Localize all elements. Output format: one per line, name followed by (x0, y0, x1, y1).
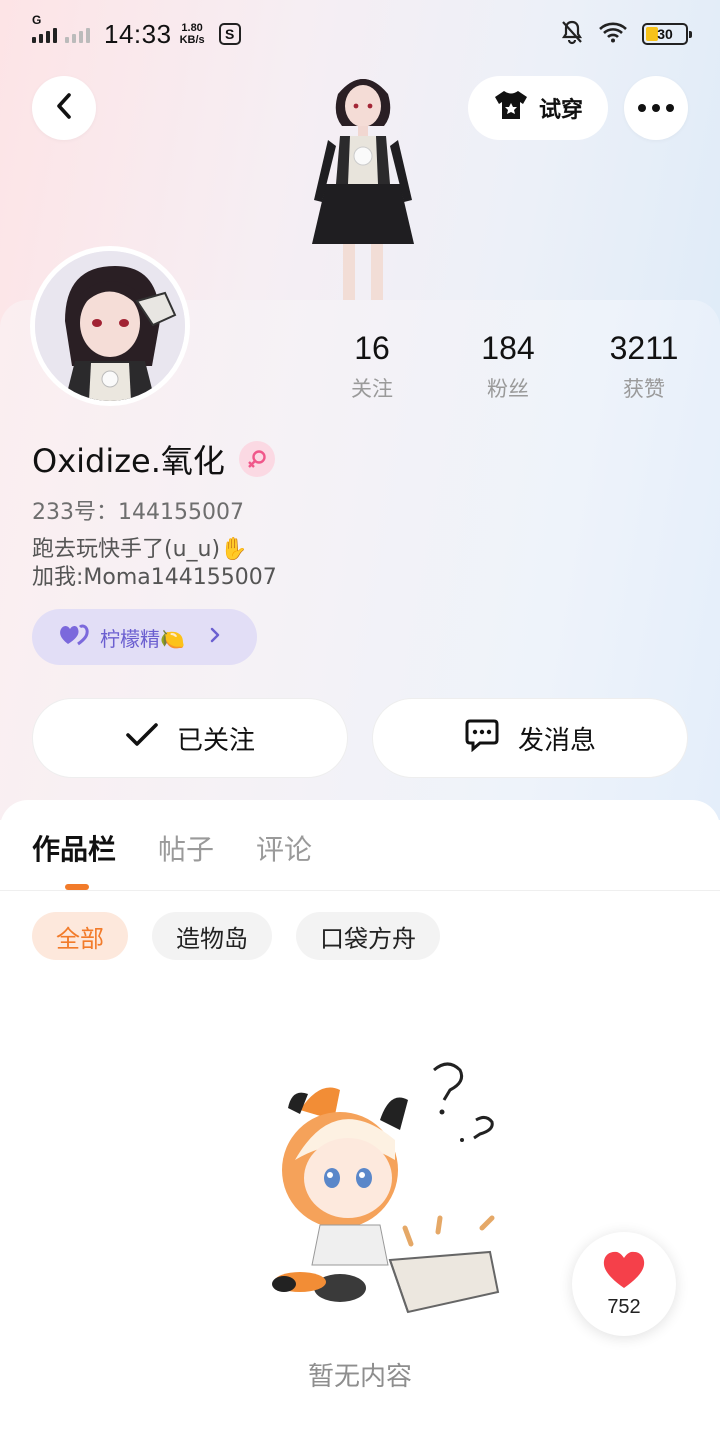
try-on-button[interactable]: 试穿 (468, 76, 608, 140)
avatar[interactable] (30, 246, 190, 406)
battery-icon: 30 (642, 23, 692, 45)
heart-tag-icon (58, 624, 90, 651)
chat-bubble-icon (464, 718, 500, 759)
status-time: 14:33 (104, 18, 172, 49)
profile-stats: 16 关注 184 粉丝 3211 获赞 (304, 330, 720, 403)
back-button[interactable] (32, 76, 96, 140)
user-id: 233号：144155007 (32, 500, 244, 525)
tabs-divider (0, 890, 720, 891)
username-row: Oxidize.氧化 (32, 436, 275, 482)
chevron-right-icon (209, 625, 221, 649)
mute-bell-icon (560, 19, 584, 50)
tshirt-icon (493, 89, 529, 127)
filter-chips: 全部 造物岛 口袋方舟 (32, 912, 440, 960)
tab-posts[interactable]: 帖子 (158, 828, 214, 868)
network-speed: 1.80 KB/s (179, 22, 205, 46)
profile-tag[interactable]: 柠檬精🍋 (32, 609, 257, 665)
more-options-button[interactable] (624, 76, 688, 140)
stat-following[interactable]: 16 关注 (304, 330, 440, 403)
stat-label: 粉丝 (487, 377, 529, 401)
female-gender-icon (238, 441, 275, 477)
stat-value: 184 (481, 330, 535, 366)
username: Oxidize.氧化 (32, 442, 225, 480)
followed-button[interactable]: 已关注 (32, 698, 348, 778)
like-count: 752 (607, 1295, 641, 1318)
tag-label: 柠檬精🍋 (100, 626, 185, 651)
tab-comments[interactable]: 评论 (256, 828, 312, 868)
chip-creation-island[interactable]: 造物岛 (152, 912, 272, 960)
stat-label: 关注 (351, 377, 393, 401)
bio: 跑去玩快手了(u_u)✋ 加我:Moma144155007 (32, 536, 277, 592)
app-notification-icon: S (218, 23, 241, 45)
profile-tabs: 作品栏 帖子 评论 (32, 828, 312, 868)
followed-label: 已关注 (176, 725, 255, 756)
check-icon (125, 722, 159, 755)
send-message-button[interactable]: 发消息 (372, 698, 688, 778)
stat-value: 3211 (609, 330, 679, 366)
stat-followers[interactable]: 184 粉丝 (440, 330, 576, 403)
chip-all[interactable]: 全部 (32, 912, 128, 960)
more-dots-icon (638, 104, 674, 112)
bio-line: 跑去玩快手了(u_u)✋ (32, 537, 248, 562)
like-button[interactable]: 752 (572, 1232, 676, 1336)
send-message-label: 发消息 (517, 725, 596, 756)
status-bar: G 14:33 1.80 KB/s S 30 (0, 0, 720, 68)
stat-value: 16 (354, 330, 390, 366)
stat-label: 获赞 (623, 377, 665, 401)
tab-works[interactable]: 作品栏 (32, 828, 116, 868)
empty-state-illustration (240, 1050, 510, 1320)
stat-likes[interactable]: 3211 获赞 (576, 330, 712, 403)
bio-line: 加我:Moma144155007 (32, 565, 277, 590)
chevron-left-icon (53, 92, 75, 124)
signal-icon-secondary (65, 25, 90, 43)
try-on-label: 试穿 (538, 98, 583, 123)
signal-icon: G (32, 13, 57, 43)
avatar-3d-figure[interactable] (288, 64, 438, 300)
chip-pocket-ark[interactable]: 口袋方舟 (296, 912, 440, 960)
wifi-icon (598, 21, 628, 48)
heart-icon (601, 1250, 647, 1294)
empty-state-text: 暂无内容 (307, 1362, 412, 1392)
